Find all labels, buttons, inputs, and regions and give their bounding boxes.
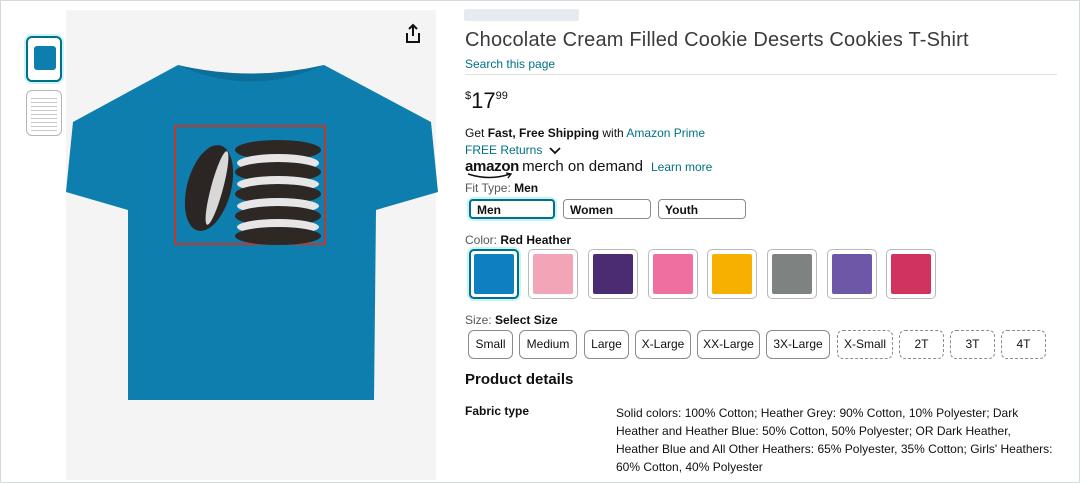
color-label-text: Color: bbox=[465, 233, 501, 247]
color-swatch[interactable] bbox=[588, 249, 638, 299]
thumbnail-size-chart[interactable] bbox=[26, 90, 62, 136]
fit-type-selected: Men bbox=[514, 181, 539, 195]
swatch-fill bbox=[593, 254, 633, 294]
swatch-fill bbox=[533, 254, 573, 294]
size-option-4t[interactable]: 4T bbox=[1001, 330, 1046, 359]
fit-option-men[interactable]: Men bbox=[469, 199, 555, 219]
size-label: Size: Select Size bbox=[465, 313, 558, 327]
swatch-fill bbox=[474, 254, 514, 294]
color-swatch[interactable] bbox=[528, 249, 578, 299]
size-option-medium[interactable]: Medium bbox=[519, 330, 577, 359]
thumbnail-shirt[interactable] bbox=[26, 36, 62, 82]
size-option-3x-large[interactable]: 3X-Large bbox=[766, 330, 830, 359]
product-details-heading: Product details bbox=[465, 371, 574, 388]
size-selected: Select Size bbox=[495, 313, 558, 327]
price-whole: 17 bbox=[471, 88, 496, 113]
shipping-bold: Fast, Free Shipping bbox=[487, 126, 600, 140]
thumbnail-strip bbox=[26, 36, 66, 144]
shipping-prefix: Get bbox=[465, 126, 488, 140]
swatch-fill bbox=[772, 254, 812, 294]
fabric-type-value: Solid colors: 100% Cotton; Heather Grey:… bbox=[616, 406, 1053, 474]
size-option-large[interactable]: Large bbox=[584, 330, 629, 359]
price-fraction: 99 bbox=[495, 90, 508, 102]
size-option-3t[interactable]: 3T bbox=[950, 330, 995, 359]
price-symbol: $ bbox=[465, 90, 472, 102]
amazon-smile-icon bbox=[467, 172, 513, 179]
fabric-type-label: Fabric type bbox=[465, 404, 530, 418]
swatch-fill bbox=[832, 254, 872, 294]
fit-type-label-text: Fit Type: bbox=[465, 181, 515, 195]
color-swatch[interactable] bbox=[469, 249, 519, 299]
swatch-fill bbox=[712, 254, 752, 294]
share-icon[interactable] bbox=[401, 22, 425, 46]
free-returns-link[interactable]: FREE Returns bbox=[465, 143, 542, 157]
chevron-down-icon[interactable] bbox=[549, 146, 561, 156]
shipping-with: with bbox=[599, 126, 627, 140]
size-option-x-large[interactable]: X-Large bbox=[635, 330, 691, 359]
color-swatch[interactable] bbox=[767, 249, 817, 299]
swatch-fill bbox=[891, 254, 931, 294]
size-option-2t[interactable]: 2T bbox=[899, 330, 944, 359]
color-swatch[interactable] bbox=[648, 249, 698, 299]
thumbnail-size-chart-image bbox=[31, 95, 57, 131]
product-title: Chocolate Cream Filled Cookie Deserts Co… bbox=[465, 29, 969, 51]
size-label-text: Size: bbox=[465, 313, 496, 327]
color-selected: Red Heather bbox=[500, 233, 572, 247]
size-option-small[interactable]: Small bbox=[468, 330, 513, 359]
swatch-fill bbox=[653, 254, 693, 294]
color-swatch[interactable] bbox=[707, 249, 757, 299]
free-returns[interactable]: FREE Returns bbox=[465, 143, 561, 157]
fit-option-women[interactable]: Women bbox=[563, 199, 651, 219]
shipping-line: Get Fast, Free Shipping with Amazon Prim… bbox=[465, 126, 705, 140]
fit-option-youth[interactable]: Youth bbox=[658, 199, 746, 219]
top-strip-placeholder bbox=[464, 9, 579, 21]
learn-more-link[interactable]: Learn more bbox=[651, 160, 712, 174]
size-option-xx-large[interactable]: XX-Large bbox=[697, 330, 760, 359]
search-this-page-link[interactable]: Search this page bbox=[465, 57, 555, 71]
thumbnail-shirt-image bbox=[34, 46, 56, 70]
price: $1799 bbox=[465, 88, 508, 114]
divider bbox=[465, 74, 1057, 75]
fit-type-label: Fit Type: Men bbox=[465, 181, 538, 195]
merch-tagline: merch on demand bbox=[522, 158, 643, 175]
product-tshirt-image[interactable] bbox=[66, 60, 438, 400]
color-label: Color: Red Heather bbox=[465, 233, 571, 247]
amazon-prime-link[interactable]: Amazon Prime bbox=[626, 126, 705, 140]
color-swatch[interactable] bbox=[827, 249, 877, 299]
color-swatch[interactable] bbox=[886, 249, 936, 299]
size-option-x-small[interactable]: X-Small bbox=[837, 330, 893, 359]
